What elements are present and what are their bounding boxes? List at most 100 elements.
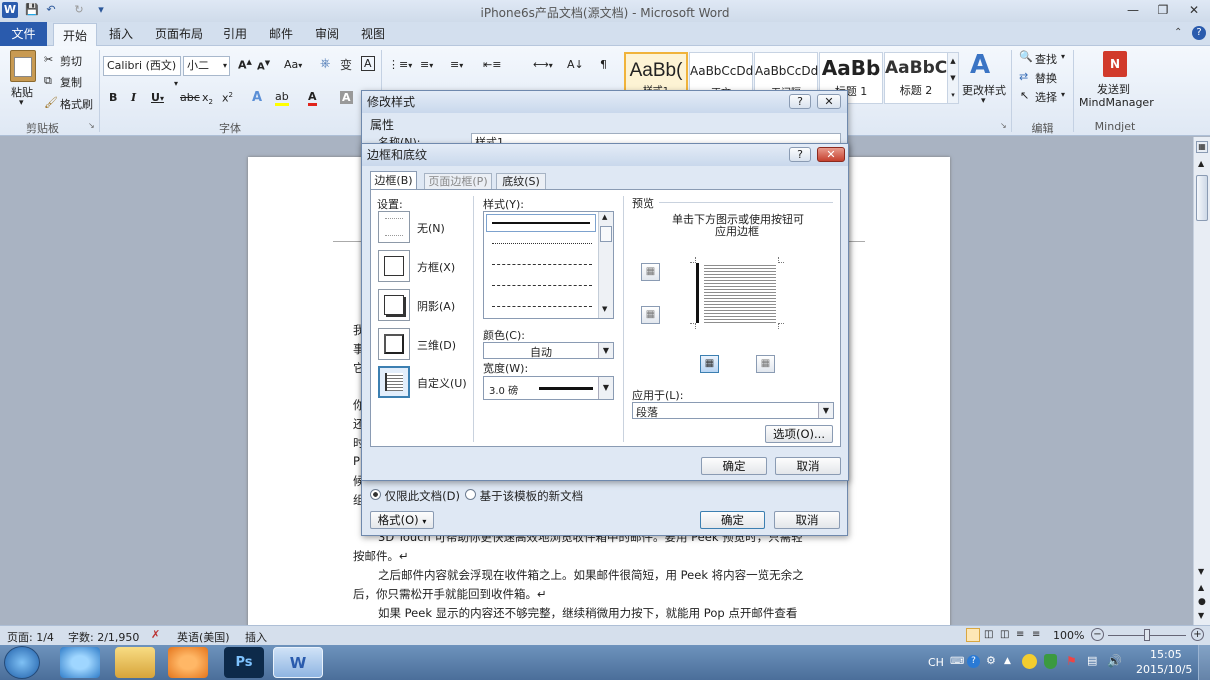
clock-time[interactable]: 15:05 (1150, 648, 1182, 661)
tab-home[interactable]: 开始 (53, 23, 97, 47)
replace-icon[interactable]: ⇄ (1019, 70, 1028, 83)
cut-icon[interactable]: ✂ (44, 53, 53, 66)
shrink-font-icon[interactable]: A▼ (257, 59, 270, 72)
chinese-layout-icon[interactable]: ⟷▾ (533, 58, 553, 71)
format-button[interactable]: 格式(O) ▾ (370, 511, 434, 529)
italic-icon[interactable]: I (131, 91, 136, 104)
print-layout-icon[interactable] (966, 628, 980, 642)
mindmanager-label[interactable]: MindManager (1079, 96, 1154, 109)
page-count[interactable]: 页面: 1/4 (7, 629, 54, 645)
tab-view[interactable]: 视图 (356, 22, 390, 46)
styles-scroll-icon[interactable]: ▲ ▼ ▾ (947, 52, 959, 104)
setting-box-label[interactable]: 方框(X) (417, 259, 455, 275)
keyboard-icon[interactable]: ⌨ (950, 656, 964, 667)
decrease-indent-icon[interactable]: ⇤≡ (483, 58, 501, 71)
border-preview-area[interactable] (690, 257, 785, 329)
setting-shadow-label[interactable]: 阴影(A) (417, 298, 455, 314)
apply-to-combo[interactable]: 段落 ▼ (632, 402, 834, 419)
zoom-in-icon[interactable]: + (1191, 628, 1204, 641)
dropdown-arrow-icon[interactable]: ▼ (818, 403, 833, 418)
find-button[interactable]: 查找 (1035, 51, 1057, 67)
copy-icon[interactable]: ⧉ (44, 74, 52, 88)
char-shading-icon[interactable]: A (340, 91, 353, 104)
tab-insert[interactable]: 插入 (104, 22, 138, 46)
setting-box-icon[interactable] (378, 250, 410, 282)
tab-shading[interactable]: 底纹(S) (496, 173, 546, 189)
ie-icon[interactable] (60, 647, 100, 678)
help-icon[interactable]: ? (789, 94, 811, 109)
find-icon[interactable]: 🔍 (1019, 50, 1033, 63)
tab-references[interactable]: 引用 (218, 22, 252, 46)
select-dropdown-icon[interactable]: ▾ (1061, 90, 1065, 99)
fullscreen-reading-icon[interactable]: ◫ (984, 629, 993, 640)
bottom-border-button-icon[interactable]: ▦ (641, 306, 660, 324)
change-styles-icon[interactable]: A (970, 50, 990, 80)
scroll-down-icon[interactable]: ▼ (1198, 567, 1204, 576)
prev-page-icon[interactable]: ▲ (1198, 583, 1204, 592)
next-page-icon[interactable]: ▼ (1198, 611, 1204, 620)
language-indicator[interactable]: 英语(美国) (177, 629, 230, 645)
close-icon[interactable]: ✕ (817, 147, 845, 162)
volume-tray-icon[interactable]: 🔊 (1107, 654, 1122, 668)
ruler-toggle-icon[interactable]: ▦ (1196, 141, 1208, 153)
line-style-solid[interactable] (486, 214, 596, 232)
grow-font-icon[interactable]: A▲ (238, 58, 252, 72)
tab-borders[interactable]: 边框(B) (370, 171, 417, 190)
line-style-dotted[interactable] (492, 243, 592, 244)
show-marks-icon[interactable]: ¶ (600, 58, 607, 71)
font-name-combo[interactable]: Calibri (西文) ▾ (103, 56, 181, 88)
sort-icon[interactable]: A↓ (567, 58, 584, 71)
left-border-button-icon[interactable]: ▦ (700, 355, 719, 373)
setting-custom-icon[interactable] (378, 366, 410, 398)
color-combo[interactable]: 自动 ▼ (483, 342, 614, 359)
find-dropdown-icon[interactable]: ▾ (1061, 52, 1065, 61)
setting-3d-icon[interactable] (378, 328, 410, 360)
setting-none-icon[interactable] (378, 211, 410, 243)
media-player-icon[interactable] (168, 647, 208, 678)
word-count[interactable]: 字数: 2/1,950 (68, 629, 139, 645)
send-to-label[interactable]: 发送到 (1097, 81, 1130, 97)
zoom-slider-thumb[interactable] (1144, 629, 1150, 641)
mindmanager-icon[interactable]: N (1103, 51, 1127, 77)
paste-dropdown-icon[interactable]: ▾ (19, 98, 24, 108)
restore-button[interactable]: ❐ (1152, 2, 1174, 18)
proofing-icon[interactable]: ✗ (151, 628, 160, 641)
help-icon[interactable]: ? (1192, 26, 1206, 40)
format-painter-icon[interactable]: 🖌 (44, 96, 58, 109)
borders-cancel-button[interactable]: 取消 (775, 457, 841, 475)
outline-icon[interactable]: ≡ (1016, 629, 1024, 640)
underline-icon[interactable]: U▾ (151, 91, 164, 104)
right-border-button-icon[interactable]: ▦ (756, 355, 775, 373)
format-painter-button[interactable]: 格式刷 (60, 96, 93, 112)
highlight-icon[interactable]: ab (275, 90, 289, 106)
bold-icon[interactable]: B (109, 91, 117, 104)
tab-page-layout[interactable]: 页面布局 (150, 22, 208, 46)
style-item-heading2[interactable]: AaBbC 标题 2 (884, 52, 948, 104)
numbering-icon[interactable]: ≡▾ (420, 58, 433, 71)
tab-file[interactable]: 文件 (0, 22, 47, 46)
options-button[interactable]: 选项(O)... (765, 425, 833, 443)
char-border-icon[interactable]: A (361, 56, 375, 71)
setting-3d-label[interactable]: 三维(D) (417, 337, 456, 353)
width-combo[interactable]: 3.0 磅 ▼ (483, 376, 614, 400)
dropdown-arrow-icon[interactable]: ▼ (598, 343, 613, 358)
zoom-level[interactable]: 100% (1053, 629, 1084, 642)
select-button[interactable]: 选择 (1035, 89, 1057, 105)
tab-review[interactable]: 审阅 (310, 22, 344, 46)
explorer-icon[interactable] (115, 647, 155, 678)
style-list-scrollbar[interactable]: ▲ ▼ (598, 212, 613, 318)
line-style-dashed[interactable] (492, 285, 592, 286)
styles-launcher-icon[interactable]: ↘ (1000, 121, 1007, 130)
only-this-doc-radio[interactable]: 仅限此文档(D) (370, 488, 460, 504)
setting-shadow-icon[interactable] (378, 289, 410, 321)
bullets-icon[interactable]: ⋮≡▾ (388, 58, 412, 71)
replace-button[interactable]: 替换 (1035, 70, 1057, 86)
help-icon[interactable]: ? (789, 147, 811, 162)
zoom-out-icon[interactable]: − (1091, 628, 1104, 641)
word-taskbar-icon[interactable]: W (273, 647, 323, 678)
modify-cancel-button[interactable]: 取消 (774, 511, 840, 529)
text-effects-icon[interactable]: A (252, 90, 262, 105)
tab-page-border[interactable]: 页面边框(P) (424, 173, 492, 189)
web-layout-icon[interactable]: ◫ (1000, 629, 1009, 640)
borders-ok-button[interactable]: 确定 (701, 457, 767, 475)
